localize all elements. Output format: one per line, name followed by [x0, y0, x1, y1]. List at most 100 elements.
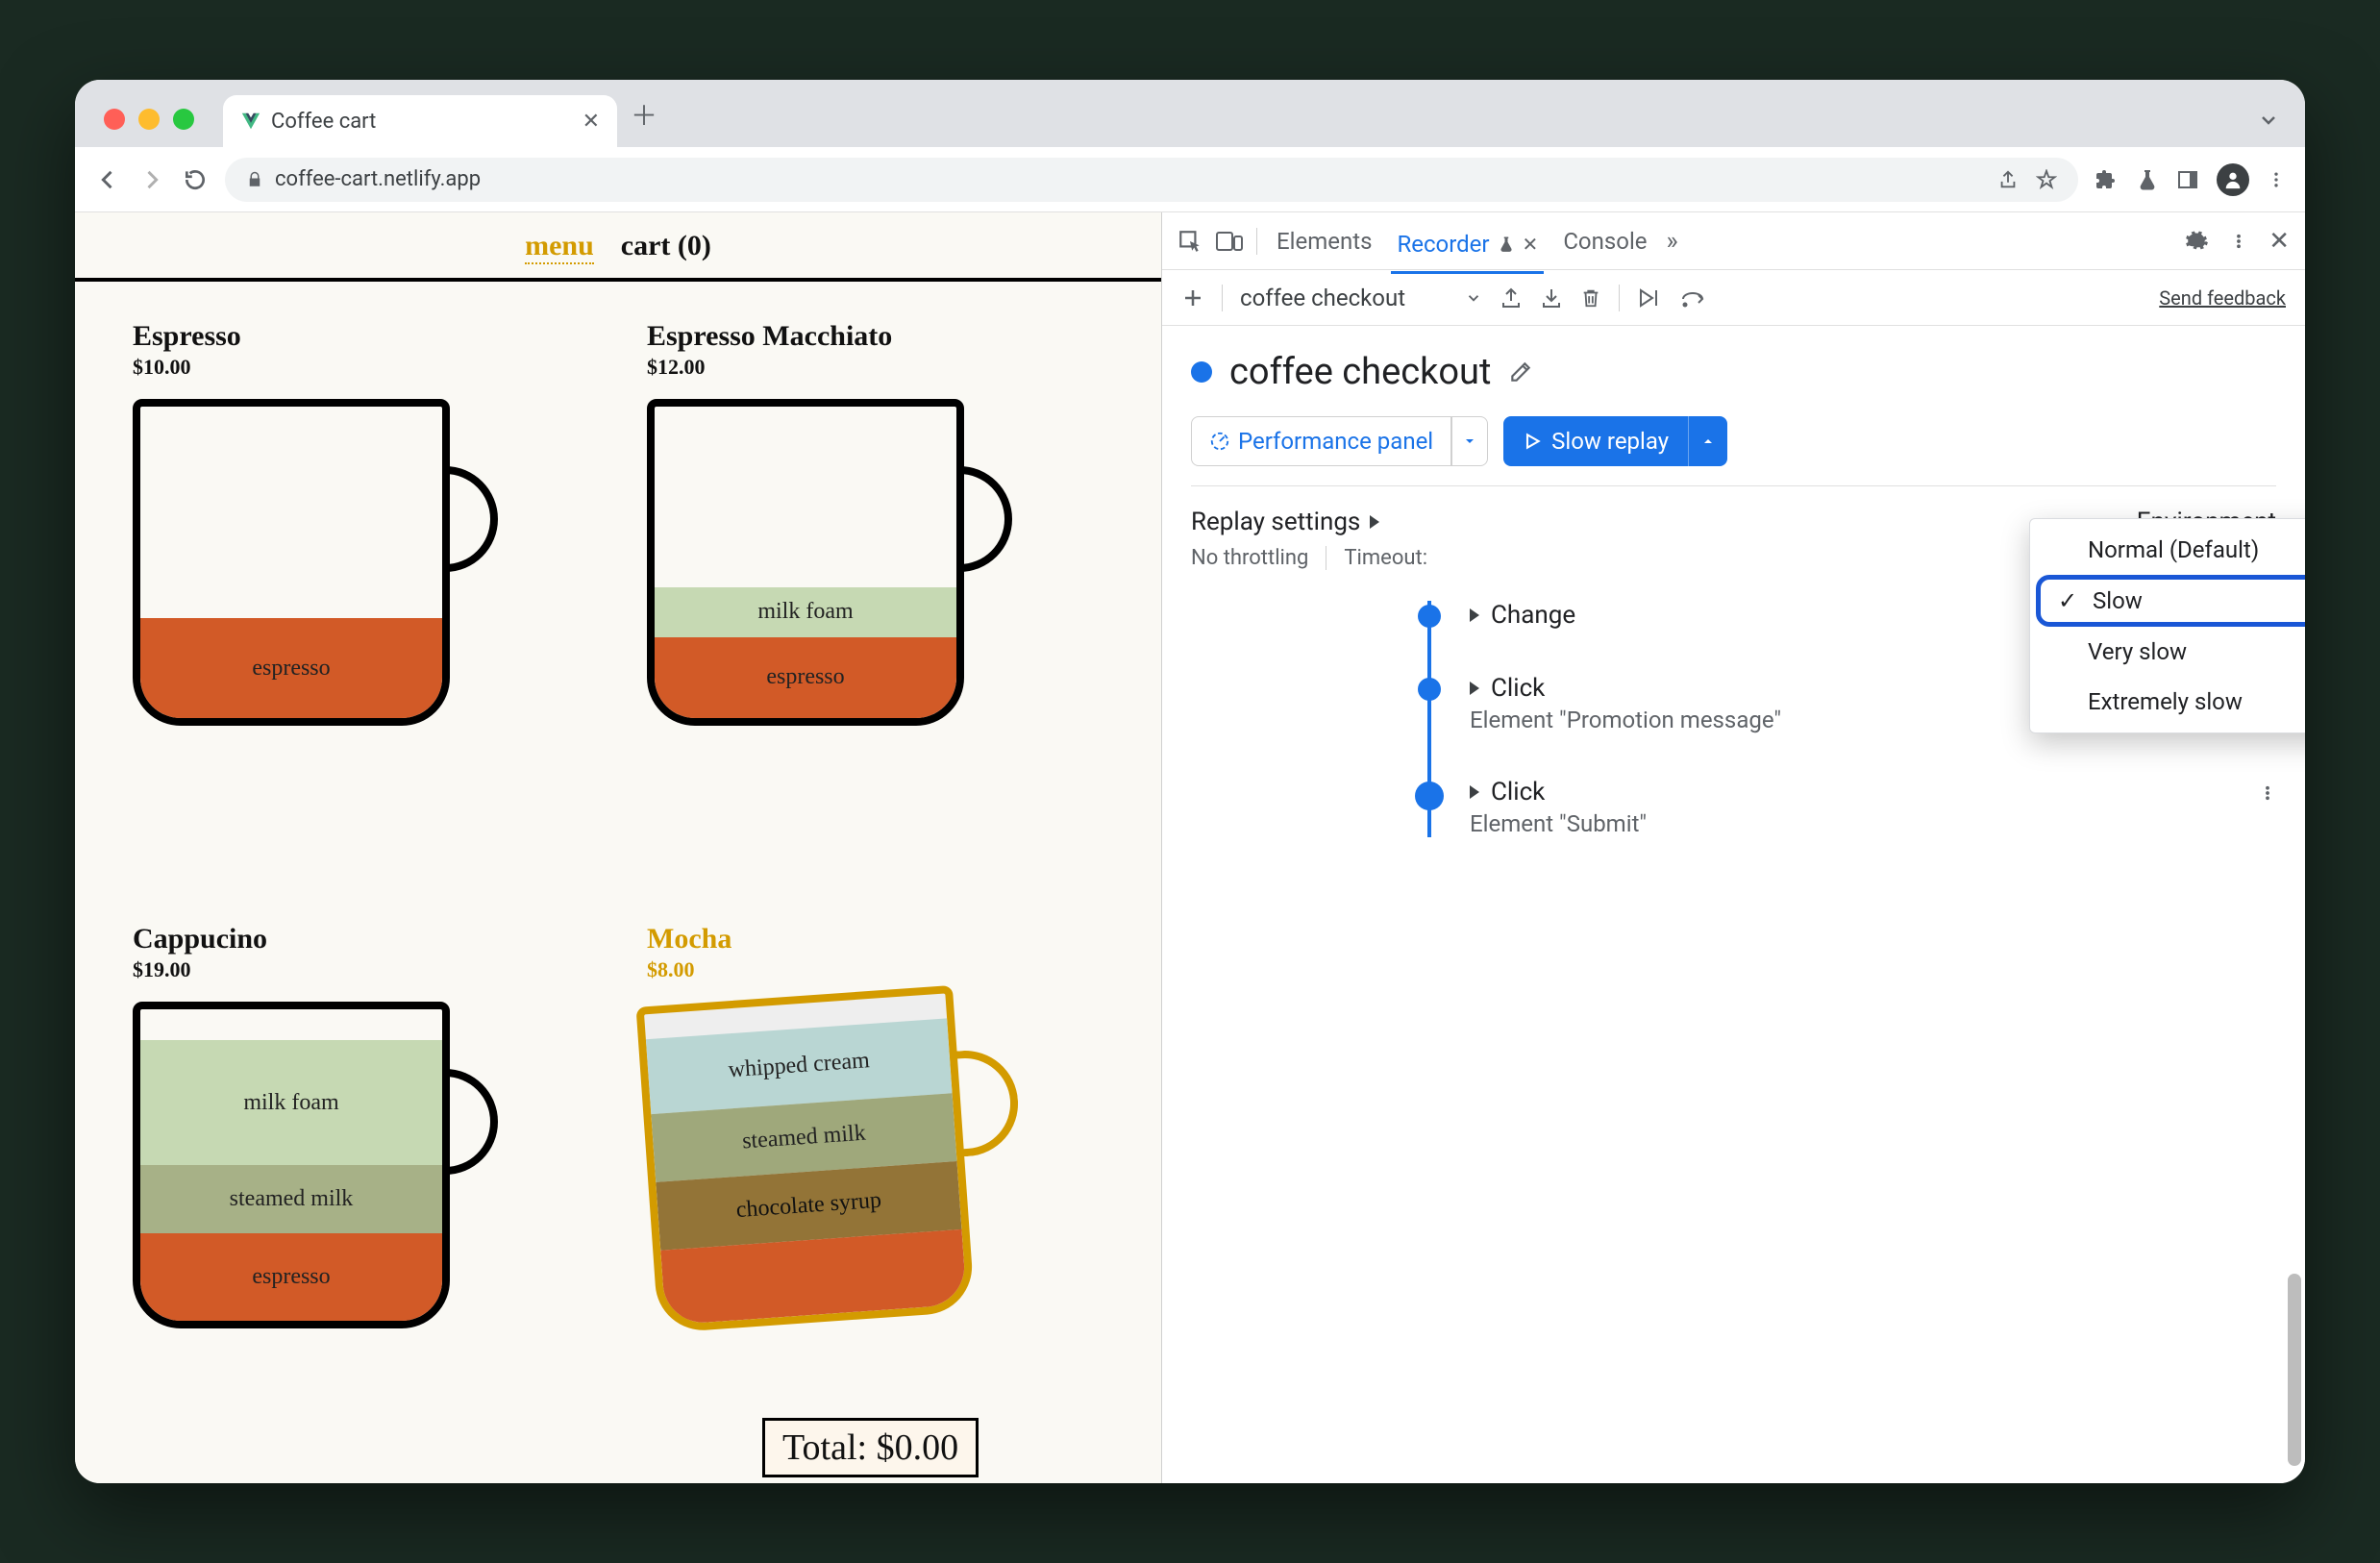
profile-avatar[interactable]: [2217, 163, 2249, 196]
nav-menu-link[interactable]: menu: [525, 230, 594, 264]
product-name: Cappucino: [133, 923, 589, 955]
minimize-window-dot[interactable]: [138, 109, 160, 130]
side-panel-icon[interactable]: [2176, 168, 2199, 191]
browser-tab[interactable]: Coffee cart ✕: [223, 95, 617, 147]
layer-milk-foam: milk foam: [655, 587, 956, 637]
step-icon[interactable]: [1681, 287, 1708, 309]
replay-option-extremely-slow[interactable]: Extremely slow: [2030, 677, 2305, 727]
close-panel-icon[interactable]: ✕: [1523, 233, 1539, 256]
replay-speed-dropdown[interactable]: [1688, 416, 1727, 466]
nav-cart-link[interactable]: cart (0): [621, 230, 711, 264]
labs-icon[interactable]: [2136, 168, 2159, 191]
vue-favicon-icon: [240, 111, 261, 132]
content-split: menu cart (0) Espresso $10.00 espresso: [75, 212, 2305, 1483]
forward-button[interactable]: [138, 166, 165, 193]
product-espresso: Espresso $10.00 espresso: [133, 320, 589, 881]
chevron-right-icon: [1370, 515, 1379, 529]
edit-title-icon[interactable]: [1508, 360, 1533, 385]
more-tabs-icon[interactable]: »: [1667, 227, 1678, 256]
replay-speed-menu: Normal (Default) ✓ Slow Very slow Extrem…: [2029, 518, 2305, 733]
send-feedback-link[interactable]: Send feedback: [2159, 286, 2286, 310]
cup-macchiato[interactable]: milk foam espresso: [647, 399, 1012, 726]
url-text: coffee-cart.netlify.app: [275, 167, 481, 191]
layer-milk-foam: milk foam: [140, 1040, 442, 1165]
browser-menu-icon[interactable]: [2267, 170, 2286, 189]
maximize-window-dot[interactable]: [173, 109, 194, 130]
settings-icon[interactable]: [2184, 229, 2209, 254]
step-dot: [1418, 678, 1441, 701]
product-price: $12.00: [647, 355, 1103, 380]
new-tab-button[interactable]: ＋: [631, 95, 657, 147]
recorder-toolbar: coffee checkout Send feedback: [1162, 270, 2305, 326]
replay-option-normal[interactable]: Normal (Default): [2030, 525, 2305, 575]
tab-recorder[interactable]: Recorder ✕: [1391, 225, 1544, 274]
tab-console[interactable]: Console: [1557, 222, 1652, 260]
timeline-step[interactable]: Click Element "Submit": [1412, 778, 2276, 837]
product-cappucino: Cappucino $19.00 milk foam steamed milk …: [133, 923, 589, 1483]
replay-option-slow[interactable]: ✓ Slow: [2036, 575, 2305, 627]
lock-icon: [246, 171, 263, 188]
labs-icon: [1498, 236, 1515, 253]
browser-window: Coffee cart ✕ ＋ coffee-cart.netlify.app: [75, 80, 2305, 1483]
url-bar[interactable]: coffee-cart.netlify.app: [225, 158, 2078, 202]
check-icon: ✓: [2056, 587, 2079, 614]
performance-panel-dropdown[interactable]: [1451, 416, 1488, 466]
back-button[interactable]: [94, 166, 121, 193]
page-nav: menu cart (0): [75, 212, 1161, 278]
new-recording-icon[interactable]: [1181, 286, 1204, 310]
product-name: Espresso Macchiato: [647, 320, 1103, 353]
devtools-menu-icon[interactable]: [2230, 229, 2247, 254]
inspect-icon[interactable]: [1178, 229, 1202, 254]
recording-title: coffee checkout: [1229, 351, 1491, 393]
product-price: $19.00: [133, 957, 589, 982]
export-icon[interactable]: [1500, 286, 1523, 310]
cup-cappucino[interactable]: milk foam steamed milk espresso: [133, 1002, 498, 1328]
tab-title: Coffee cart: [271, 110, 376, 134]
scrollbar-thumb[interactable]: [2288, 1274, 2301, 1466]
close-tab-icon[interactable]: ✕: [583, 110, 600, 134]
recording-title-row: coffee checkout: [1191, 351, 2276, 393]
share-icon[interactable]: [1997, 169, 2019, 190]
delete-icon[interactable]: [1580, 286, 1601, 310]
cup-espresso[interactable]: espresso: [133, 399, 498, 726]
replay-button[interactable]: Slow replay: [1503, 416, 1688, 466]
chevron-right-icon: [1470, 785, 1479, 799]
step-menu-icon[interactable]: [2259, 782, 2276, 805]
cart-total[interactable]: Total: $0.00: [762, 1418, 979, 1477]
cup-body: whipped cream steamed milk chocolate syr…: [636, 985, 976, 1333]
product-macchiato: Espresso Macchiato $12.00 milk foam espr…: [647, 320, 1103, 881]
import-icon[interactable]: [1540, 286, 1563, 310]
tabs-dropdown-icon[interactable]: [2257, 109, 2288, 147]
app-page: menu cart (0) Espresso $10.00 espresso: [75, 212, 1161, 1483]
layer-espresso: espresso: [140, 1233, 442, 1321]
recorder-controls: Performance panel Slow replay: [1191, 416, 2276, 466]
continue-icon[interactable]: [1637, 286, 1664, 310]
cup-body: milk foam espresso: [647, 399, 964, 726]
performance-panel-button[interactable]: Performance panel: [1191, 416, 1451, 466]
replay-option-very-slow[interactable]: Very slow: [2030, 627, 2305, 677]
bookmark-icon[interactable]: [2036, 169, 2057, 190]
step-dot: [1418, 605, 1441, 628]
tab-strip: Coffee cart ✕ ＋: [75, 80, 2305, 147]
extensions-icon[interactable]: [2095, 168, 2119, 191]
devtools-tabbar: Elements Recorder ✕ Console » ✕: [1162, 212, 2305, 270]
recorder-body: coffee checkout Performance panel Slow r…: [1162, 326, 2305, 1483]
layer-espresso: espresso: [140, 618, 442, 718]
replay-settings-header[interactable]: Replay settings: [1191, 508, 1715, 536]
cup-body: espresso: [133, 399, 450, 726]
chevron-right-icon: [1470, 608, 1479, 622]
replay-settings-values: No throttling Timeout:: [1191, 546, 1715, 570]
reload-button[interactable]: [183, 167, 208, 192]
product-price: $10.00: [133, 355, 589, 380]
device-toggle-icon[interactable]: [1216, 229, 1243, 254]
recording-selector[interactable]: coffee checkout: [1240, 285, 1405, 311]
product-name: Espresso: [133, 320, 589, 353]
browser-toolbar: coffee-cart.netlify.app: [75, 147, 2305, 212]
tab-elements[interactable]: Elements: [1271, 222, 1377, 260]
step-dot: [1415, 782, 1444, 810]
product-name: Mocha: [647, 923, 1103, 955]
cup-mocha[interactable]: whipped cream steamed milk chocolate syr…: [647, 996, 1012, 1323]
recording-dropdown-icon[interactable]: [1465, 289, 1482, 307]
close-devtools-icon[interactable]: ✕: [2268, 227, 2290, 256]
close-window-dot[interactable]: [104, 109, 125, 130]
